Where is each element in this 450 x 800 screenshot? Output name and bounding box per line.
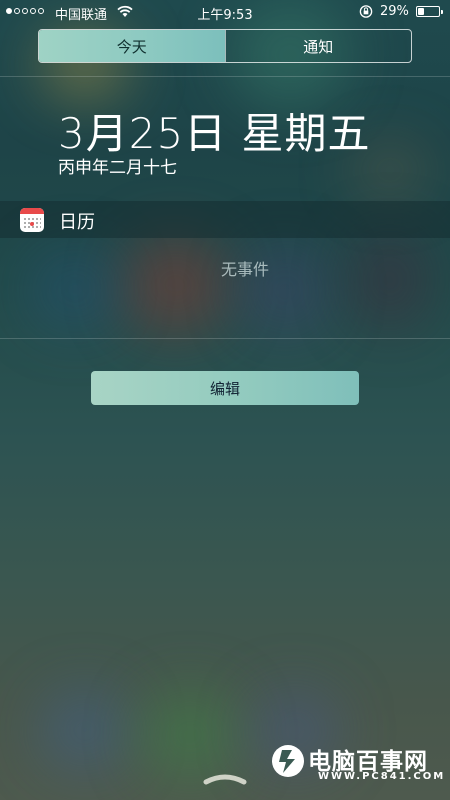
edit-button[interactable]: 编辑 (91, 371, 359, 405)
status-bar: 中国联通 上午9:53 29% (0, 0, 450, 24)
watermark-url: WWW.PC841.COM (318, 771, 446, 782)
tab-today[interactable]: 今天 (39, 30, 225, 62)
rotation-lock-icon (358, 4, 374, 23)
site-logo-icon (268, 740, 308, 780)
divider (0, 76, 450, 77)
divider (0, 338, 450, 339)
battery-icon (416, 6, 443, 17)
calendar-icon (20, 208, 44, 232)
view-switcher: 今天 通知 (38, 29, 412, 63)
lunar-date: 丙申年二月十七 (58, 158, 177, 178)
today-date: 3月25日 星期五 (58, 109, 371, 158)
battery-percentage: 29% (380, 4, 409, 19)
watermark: 电脑百事网 WWW.PC841.COM (268, 738, 443, 790)
close-grabber-icon[interactable] (202, 770, 248, 785)
tab-notifications[interactable]: 通知 (224, 30, 412, 62)
calendar-widget-title: 日历 (59, 212, 95, 233)
no-events-label: 无事件 (220, 260, 269, 279)
